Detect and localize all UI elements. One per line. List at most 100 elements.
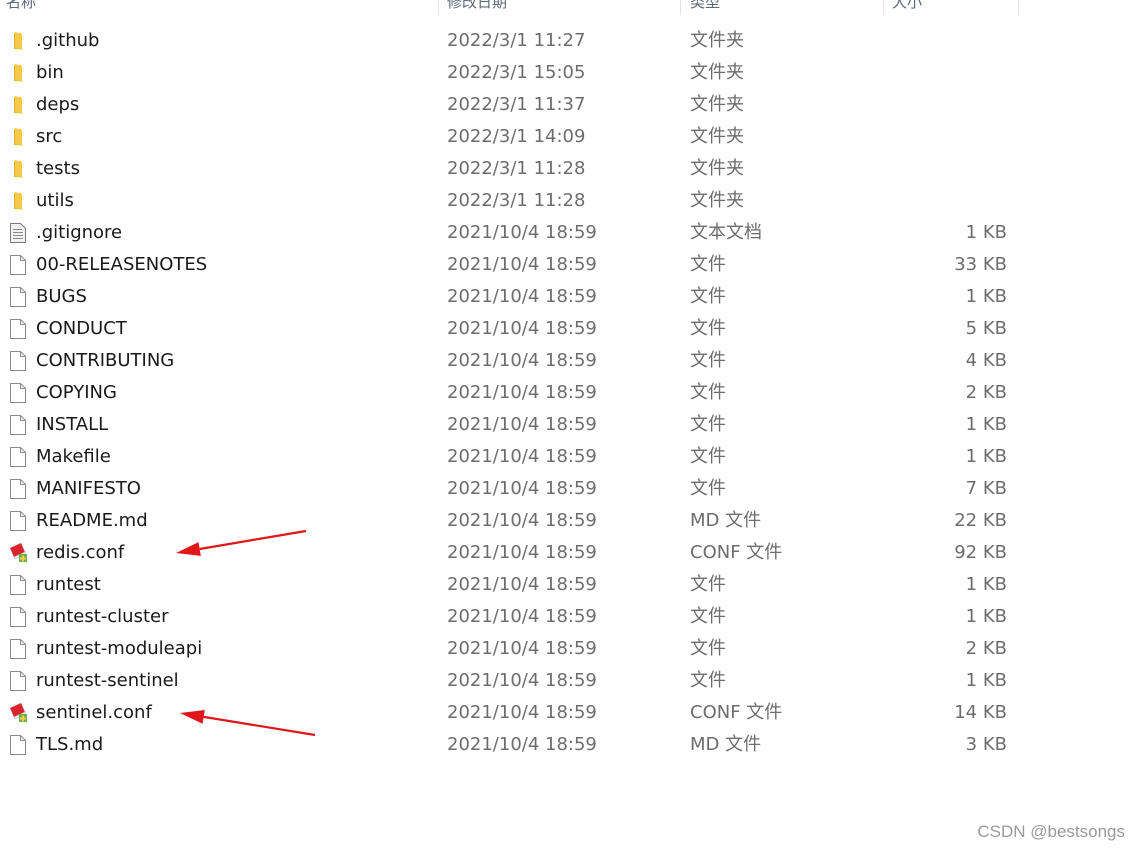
file-type: 文件 <box>690 414 726 435</box>
file-icon <box>8 318 28 340</box>
file-icon <box>8 574 28 596</box>
file-date: 2022/3/1 11:28 <box>447 190 586 211</box>
file-row[interactable]: redis.conf 2021/10/4 18:59 CONF 文件 92 KB <box>0 537 1141 569</box>
file-size: 33 KB <box>954 254 1007 275</box>
file-size: 5 KB <box>965 318 1007 339</box>
file-row[interactable]: 00-RELEASENOTES 2021/10/4 18:59 文件 33 KB <box>0 249 1141 281</box>
folder-icon <box>8 190 28 212</box>
file-type: CONF 文件 <box>690 542 783 563</box>
text-file-icon <box>8 222 28 244</box>
column-divider[interactable] <box>883 0 884 15</box>
file-type: 文件 <box>690 478 726 499</box>
file-icon <box>8 446 28 468</box>
file-date: 2022/3/1 11:28 <box>447 158 586 179</box>
file-name: src <box>36 126 63 147</box>
file-name: tests <box>36 158 80 179</box>
file-type: 文件 <box>690 286 726 307</box>
file-row[interactable]: BUGS 2021/10/4 18:59 文件 1 KB <box>0 281 1141 313</box>
file-date: 2021/10/4 18:59 <box>447 542 597 563</box>
file-icon <box>8 606 28 628</box>
folder-icon <box>8 126 28 148</box>
file-type: CONF 文件 <box>690 702 783 723</box>
file-type: 文件 <box>690 670 726 691</box>
file-name: runtest <box>36 574 101 595</box>
file-row[interactable]: runtest-moduleapi 2021/10/4 18:59 文件 2 KB <box>0 633 1141 665</box>
column-divider[interactable] <box>1018 0 1019 15</box>
file-row[interactable]: deps 2022/3/1 11:37 文件夹 <box>0 89 1141 121</box>
file-date: 2021/10/4 18:59 <box>447 670 597 691</box>
file-name: CONTRIBUTING <box>36 350 175 371</box>
file-row[interactable]: utils 2022/3/1 11:28 文件夹 <box>0 185 1141 217</box>
file-row[interactable]: CONTRIBUTING 2021/10/4 18:59 文件 4 KB <box>0 345 1141 377</box>
folder-icon <box>8 62 28 84</box>
file-type: MD 文件 <box>690 734 762 755</box>
file-row[interactable]: CONDUCT 2021/10/4 18:59 文件 5 KB <box>0 313 1141 345</box>
file-name: 00-RELEASENOTES <box>36 254 208 275</box>
column-divider[interactable] <box>680 0 681 15</box>
file-row[interactable]: runtest-cluster 2021/10/4 18:59 文件 1 KB <box>0 601 1141 633</box>
column-header-name[interactable]: 名称 <box>6 0 36 12</box>
file-size: 2 KB <box>965 382 1007 403</box>
file-icon <box>8 382 28 404</box>
file-date: 2021/10/4 18:59 <box>447 606 597 627</box>
file-date: 2021/10/4 18:59 <box>447 446 597 467</box>
file-name: COPYING <box>36 382 117 403</box>
file-date: 2022/3/1 11:37 <box>447 94 586 115</box>
folder-icon <box>8 158 28 180</box>
file-date: 2021/10/4 18:59 <box>447 254 597 275</box>
file-size: 22 KB <box>954 510 1007 531</box>
file-name: redis.conf <box>36 542 125 563</box>
file-type: 文件 <box>690 382 726 403</box>
file-name: README.md <box>36 510 148 531</box>
file-type: 文件 <box>690 606 726 627</box>
file-date: 2021/10/4 18:59 <box>447 638 597 659</box>
file-row[interactable]: src 2022/3/1 14:09 文件夹 <box>0 121 1141 153</box>
column-divider[interactable] <box>438 0 439 15</box>
file-type: 文件 <box>690 254 726 275</box>
file-name: deps <box>36 94 80 115</box>
file-row[interactable]: COPYING 2021/10/4 18:59 文件 2 KB <box>0 377 1141 409</box>
conf-file-icon <box>8 542 28 564</box>
file-row[interactable]: README.md 2021/10/4 18:59 MD 文件 22 KB <box>0 505 1141 537</box>
column-header-date[interactable]: 修改日期 <box>447 0 507 12</box>
file-row[interactable]: INSTALL 2021/10/4 18:59 文件 1 KB <box>0 409 1141 441</box>
file-date: 2021/10/4 18:59 <box>447 222 597 243</box>
file-row[interactable]: .gitignore 2021/10/4 18:59 文本文档 1 KB <box>0 217 1141 249</box>
file-row[interactable]: Makefile 2021/10/4 18:59 文件 1 KB <box>0 441 1141 473</box>
file-name: MANIFESTO <box>36 478 141 499</box>
file-size: 1 KB <box>965 414 1007 435</box>
file-date: 2021/10/4 18:59 <box>447 574 597 595</box>
file-row[interactable]: .github 2022/3/1 11:27 文件夹 <box>0 25 1141 57</box>
file-name: BUGS <box>36 286 87 307</box>
file-name: runtest-sentinel <box>36 670 179 691</box>
file-row[interactable]: TLS.md 2021/10/4 18:59 MD 文件 3 KB <box>0 729 1141 761</box>
file-name: bin <box>36 62 64 83</box>
file-row[interactable]: runtest 2021/10/4 18:59 文件 1 KB <box>0 569 1141 601</box>
file-type: 文件夹 <box>690 30 744 51</box>
file-icon <box>8 350 28 372</box>
file-icon <box>8 478 28 500</box>
file-row[interactable]: MANIFESTO 2021/10/4 18:59 文件 7 KB <box>0 473 1141 505</box>
file-name: CONDUCT <box>36 318 127 339</box>
file-size: 7 KB <box>965 478 1007 499</box>
file-size: 2 KB <box>965 638 1007 659</box>
file-size: 1 KB <box>965 222 1007 243</box>
file-type: 文件 <box>690 446 726 467</box>
file-date: 2022/3/1 11:27 <box>447 30 586 51</box>
file-size: 1 KB <box>965 446 1007 467</box>
file-row[interactable]: runtest-sentinel 2021/10/4 18:59 文件 1 KB <box>0 665 1141 697</box>
file-row[interactable]: tests 2022/3/1 11:28 文件夹 <box>0 153 1141 185</box>
column-header-size[interactable]: 大小 <box>892 0 922 12</box>
file-name: .github <box>36 30 100 51</box>
file-icon <box>8 254 28 276</box>
file-type: 文件夹 <box>690 126 744 147</box>
file-size: 14 KB <box>954 702 1007 723</box>
column-header-type[interactable]: 类型 <box>690 0 720 12</box>
file-name: TLS.md <box>36 734 104 755</box>
file-row[interactable]: sentinel.conf 2021/10/4 18:59 CONF 文件 14 KB <box>0 697 1141 729</box>
file-name: utils <box>36 190 74 211</box>
file-size: 3 KB <box>965 734 1007 755</box>
file-size: 4 KB <box>965 350 1007 371</box>
file-date: 2021/10/4 18:59 <box>447 510 597 531</box>
file-row[interactable]: bin 2022/3/1 15:05 文件夹 <box>0 57 1141 89</box>
